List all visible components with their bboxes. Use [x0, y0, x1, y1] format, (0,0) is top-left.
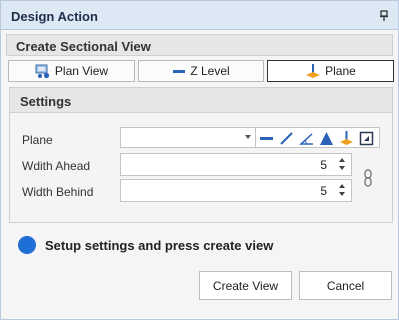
plane-tools-bar [256, 127, 380, 148]
width-behind-stepper[interactable]: 5 [120, 179, 352, 202]
width-ahead-label: Wdith Ahead [22, 159, 91, 173]
chevron-up-icon[interactable] [339, 158, 345, 162]
z-level-icon [172, 64, 186, 78]
chevron-up-icon[interactable] [339, 184, 345, 188]
plane-tool-icon[interactable] [338, 130, 355, 147]
pin-icon[interactable] [378, 10, 390, 22]
plane-label: Plane [325, 64, 356, 78]
create-sectional-view-header: Create Sectional View [6, 34, 393, 56]
stepper-arrows[interactable] [336, 156, 348, 173]
plane-icon [305, 63, 321, 79]
create-view-button[interactable]: Create View [199, 271, 292, 300]
window-title: Design Action [11, 9, 98, 24]
settings-header: Settings [10, 88, 392, 113]
chevron-down-icon [245, 135, 251, 139]
plan-view-label: Plan View [54, 64, 109, 78]
cancel-button[interactable]: Cancel [299, 271, 392, 300]
plane-label-text: Plane [22, 133, 53, 147]
status-message: Setup settings and press create view [18, 236, 273, 254]
diagonal-line-icon[interactable] [278, 130, 295, 147]
width-behind-value: 5 [320, 184, 327, 198]
width-behind-label: Width Behind [22, 185, 94, 199]
settings-title: Settings [20, 94, 72, 109]
settings-group: Settings Plane Wdith Ahead 5 Width Behin… [9, 87, 393, 223]
z-level-button[interactable]: Z Level [138, 60, 264, 82]
width-ahead-stepper[interactable]: 5 [120, 153, 352, 176]
chevron-down-icon[interactable] [339, 166, 345, 170]
angle-icon[interactable] [298, 130, 315, 147]
title-bar: Design Action [1, 1, 398, 30]
triangle-icon[interactable] [318, 130, 335, 147]
horizontal-line-icon[interactable] [258, 130, 275, 147]
status-text: Setup settings and press create view [45, 237, 274, 253]
section-title: Create Sectional View [16, 39, 151, 54]
width-ahead-value: 5 [320, 158, 327, 172]
info-dot-icon [18, 236, 36, 254]
chain-link-icon[interactable] [363, 169, 373, 187]
plan-view-button[interactable]: Plan View [8, 60, 135, 82]
plan-view-icon [35, 64, 51, 79]
chevron-down-icon[interactable] [339, 192, 345, 196]
stepper-arrows[interactable] [336, 182, 348, 199]
plane-dropdown[interactable] [120, 127, 256, 148]
frame-icon[interactable] [358, 130, 375, 147]
design-action-panel: Design Action Create Sectional View Plan… [0, 0, 399, 320]
z-level-label: Z Level [190, 64, 230, 78]
plane-button[interactable]: Plane [267, 60, 394, 82]
